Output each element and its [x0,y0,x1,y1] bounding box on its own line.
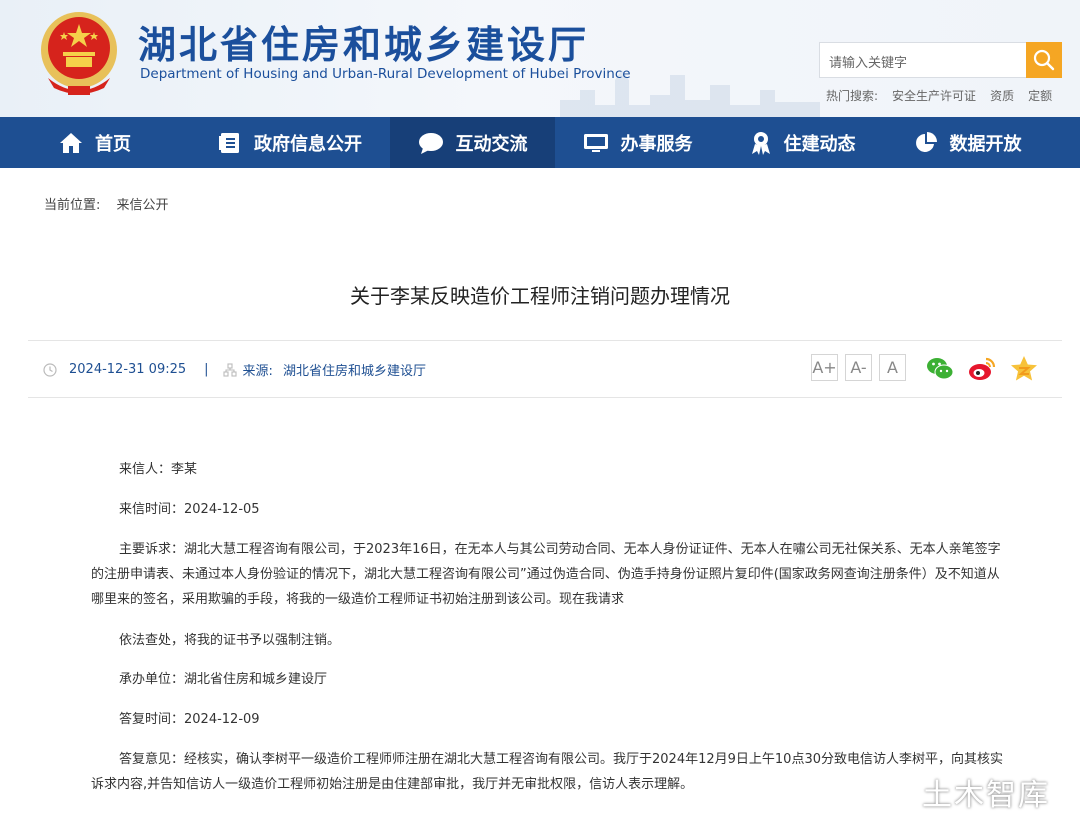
search-button[interactable] [1026,42,1062,78]
badge-icon [751,131,770,155]
site-title[interactable]: 湖北省住房和城乡建设厅 [138,14,589,69]
reply-date-paragraph: 答复时间：2024-12-09 [119,712,260,727]
nav-item-gov-info[interactable]: 政府信息公开 [190,117,390,168]
hot-search-term[interactable]: 资质 [990,87,1014,104]
hot-search-row: 热门搜索: 安全生产许可证 资质 定额 [826,87,1052,104]
meta-separator: | [204,362,209,377]
nav-item-news[interactable]: 住建动态 [720,117,885,168]
hot-search-term[interactable]: 安全生产许可证 [892,87,976,104]
pie-chart-icon [915,131,937,152]
breadcrumb-label: 当前位置: [44,198,101,213]
breadcrumb: 当前位置: 来信公开 [44,194,169,213]
nav-label: 办事服务 [620,133,693,155]
site-header: 湖北省住房和城乡建设厅 Department of Housing and Ur… [0,0,1080,117]
site-subtitle: Department of Housing and Urban-Rural De… [140,66,631,82]
watermark-text: 土木智库 [922,778,1050,813]
nav-label: 住建动态 [783,133,856,155]
request-paragraph: 依法查处，将我的证书予以强制注销。 [119,633,341,648]
source-name: 湖北省住房和城乡建设厅 [282,364,426,379]
article-meta-bar: 2024-12-31 09:25 | 来源: 湖北省住房和城乡建设厅 A+ A-… [28,340,1062,398]
handler-paragraph: 承办单位：湖北省住房和城乡建设厅 [119,672,328,687]
wechat-share-icon[interactable] [926,355,954,383]
source-label: 来源: [242,364,273,379]
document-icon [219,132,239,153]
search-input[interactable]: 请输入关键字 [819,42,1027,78]
chat-bubble-icon [418,132,443,154]
clock-icon [43,362,57,377]
reply-paragraph: 答复意见：经核实，确认李树平一级造价工程师师注册在湖北大慧工程咨询有限公司。我厅… [91,752,1003,792]
letter-date: 来信时间：2024-12-05 [119,502,260,517]
qzone-share-icon[interactable] [1010,355,1038,383]
font-increase-button[interactable]: A+ [811,354,838,381]
national-emblem-icon [41,12,117,95]
source-icon [222,362,237,377]
hot-search-term[interactable]: 定额 [1028,87,1052,104]
weibo-share-icon[interactable] [968,355,996,383]
breadcrumb-current[interactable]: 来信公开 [117,198,169,213]
font-default-button[interactable]: A [879,354,906,381]
hot-search-label: 热门搜索: [826,89,879,103]
nav-label: 首页 [95,133,131,155]
font-decrease-button[interactable]: A- [845,354,872,381]
article-title: 关于李某反映造价工程师注销问题办理情况 [350,284,730,308]
nav-label: 互动交流 [455,133,528,155]
nav-label: 数据开放 [949,133,1022,155]
nav-item-services[interactable]: 办事服务 [555,117,720,168]
home-icon [60,132,82,153]
nav-label: 政府信息公开 [254,133,362,155]
letter-sender: 来信人：李某 [119,462,198,477]
search-icon [1033,49,1055,71]
complaint-paragraph: 主要诉求：湖北大慧工程咨询有限公司，于2023年16日，在无本人与其公司劳动合同… [91,542,1001,607]
publish-date: 2024-12-31 09:25 [69,362,187,377]
nav-item-interaction[interactable]: 互动交流 [390,117,555,168]
nav-item-open-data[interactable]: 数据开放 [885,117,1050,168]
main-nav: 首页 政府信息公开 互动交流 办事服务 住建动态 数据开放 [0,117,1080,168]
nav-item-home[interactable]: 首页 [0,117,190,168]
monitor-icon [583,133,608,152]
